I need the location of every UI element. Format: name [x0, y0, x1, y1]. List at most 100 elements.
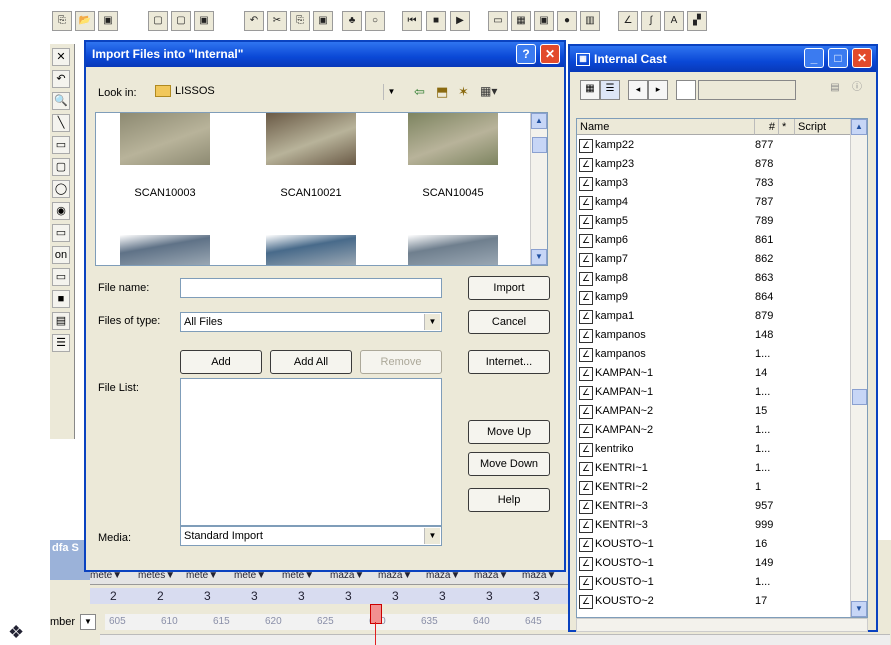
tool-1[interactable]: ↶ — [52, 70, 70, 88]
remove-button[interactable]: Remove — [360, 350, 442, 374]
new-folder-icon[interactable]: ✶ — [458, 84, 469, 100]
cast-titlebar[interactable]: ▦ Internal Cast _ □ ✕ — [570, 46, 876, 72]
thumbnail-label[interactable]: SCAN10003 — [110, 187, 220, 199]
column-header-script[interactable]: Script — [795, 119, 851, 135]
sprite-channel[interactable]: mete▼ metes▼ mete▼ mete▼ mete▼ maza▼ maza▼ maza… — [90, 570, 630, 585]
move-down-button[interactable]: Move Down — [468, 452, 550, 476]
rewind-icon[interactable]: ♣ — [342, 11, 362, 31]
find-icon[interactable]: ▣ — [313, 11, 333, 31]
score-icon[interactable]: ▭ — [488, 11, 508, 31]
cast-row[interactable]: ∠ kampa1 879 — [577, 308, 851, 326]
add-all-button[interactable]: Add All — [270, 350, 352, 374]
save-icon[interactable]: ▣ — [98, 11, 118, 31]
cast-row[interactable]: ∠ KENTRI~3 957 — [577, 498, 851, 516]
preview-scrollbar[interactable]: ▲ ▼ — [530, 113, 547, 265]
dialog-titlebar[interactable]: Import Files into "Internal" ? ✕ — [86, 42, 564, 67]
tool-4[interactable]: ▭ — [52, 136, 70, 154]
internet-button[interactable]: Internet... — [468, 350, 550, 374]
cast-row[interactable]: ∠ KAMPAN~1 1... — [577, 384, 851, 402]
maximize-button[interactable]: □ — [828, 48, 848, 68]
tool-8[interactable]: ▭ — [52, 224, 70, 242]
scroll-thumb[interactable] — [852, 389, 867, 405]
move-up-button[interactable]: Move Up — [468, 420, 550, 444]
files-of-type-select[interactable]: All Files ▼ — [180, 312, 442, 332]
cast-row[interactable]: ∠ kampanos 148 — [577, 327, 851, 345]
tool-2[interactable]: 🔍 — [52, 92, 70, 110]
tool-5[interactable]: ▢ — [52, 158, 70, 176]
behavior-icon[interactable]: A — [664, 11, 684, 31]
stage-icon[interactable]: ■ — [426, 11, 446, 31]
thumbnail-view-icon[interactable]: ▦ — [580, 80, 600, 100]
cast-row[interactable]: ∠ kampanos 1... — [577, 346, 851, 364]
thumbnail-label[interactable]: SCAN10021 — [256, 187, 366, 199]
list-view-icon[interactable]: ☰ — [600, 80, 620, 100]
script-icon[interactable]: ∫ — [641, 11, 661, 31]
chevron-down-icon[interactable]: ▼ — [424, 314, 440, 330]
minimize-button[interactable]: _ — [804, 48, 824, 68]
thumbnail-label[interactable]: SCAN10045 — [398, 187, 508, 199]
library-icon[interactable]: ▣ — [534, 11, 554, 31]
cast-row[interactable]: ∠ KOUSTO~1 16 — [577, 536, 851, 554]
member-name-field[interactable] — [698, 80, 796, 100]
thumbnail-image[interactable] — [408, 113, 498, 165]
help-title-button[interactable]: ? — [516, 44, 536, 64]
cast-row[interactable]: ∠ kentriko 1... — [577, 441, 851, 459]
cast-row[interactable]: ∠ kamp23 878 — [577, 156, 851, 174]
scroll-down-icon[interactable]: ▼ — [531, 249, 547, 265]
cast-row[interactable]: ∠ KOUSTO~1 149 — [577, 555, 851, 573]
cast-row[interactable]: ∠ KENTRI~1 1... — [577, 460, 851, 478]
playhead-handle[interactable] — [370, 604, 382, 624]
cast-row[interactable]: ∠ KOUSTO~1 1... — [577, 574, 851, 592]
cast-row[interactable]: ∠ kamp9 864 — [577, 289, 851, 307]
scroll-down-icon[interactable]: ▼ — [851, 601, 867, 617]
script-icon[interactable]: ▤ — [826, 80, 844, 98]
scroll-thumb[interactable] — [532, 137, 547, 153]
cast-close-button[interactable]: ✕ — [852, 48, 872, 68]
vector-icon[interactable]: ▥ — [580, 11, 600, 31]
stop-icon[interactable]: ○ — [365, 11, 385, 31]
tool-12[interactable]: ▤ — [52, 312, 70, 330]
cast-row[interactable]: ∠ KENTRI~2 1 — [577, 479, 851, 497]
file-name-input[interactable] — [180, 278, 442, 298]
copy-icon[interactable]: ✂ — [267, 11, 287, 31]
cancel-button[interactable]: Cancel — [468, 310, 550, 334]
file-list-box[interactable] — [180, 378, 442, 526]
thumbnail-image[interactable] — [120, 235, 210, 265]
cast-row[interactable]: ∠ KAMPAN~2 1... — [577, 422, 851, 440]
tool-13[interactable]: ☰ — [52, 334, 70, 352]
cut-icon[interactable]: ↶ — [244, 11, 264, 31]
score-scrollbar[interactable] — [100, 634, 890, 645]
message-icon[interactable]: ▞ — [687, 11, 707, 31]
cast-horizontal-scrollbar[interactable] — [576, 618, 868, 632]
column-header-name[interactable]: Name — [577, 119, 755, 135]
cast-row[interactable]: ∠ kamp7 862 — [577, 251, 851, 269]
play-icon[interactable]: ⏮ — [402, 11, 422, 31]
channel-dropdown[interactable]: ▼ — [80, 614, 96, 630]
save-all-icon[interactable]: ▢ — [148, 11, 168, 31]
column-header-number[interactable]: # — [755, 119, 779, 135]
scroll-up-icon[interactable]: ▲ — [531, 113, 547, 129]
tool-3[interactable]: ╲ — [52, 114, 70, 132]
thumbnail-image[interactable] — [266, 235, 356, 265]
help-button[interactable]: Help — [468, 488, 550, 512]
open-icon[interactable]: 📂 — [75, 11, 95, 31]
tool-10[interactable]: ▭ — [52, 268, 70, 286]
thumbnail-image[interactable] — [408, 235, 498, 265]
cast-row[interactable]: ∠ KAMPAN~2 15 — [577, 403, 851, 421]
cast-row[interactable]: ∠ kamp4 787 — [577, 194, 851, 212]
cast-scrollbar[interactable]: ▲ ▼ — [850, 119, 867, 617]
thumbnail-image[interactable] — [120, 113, 210, 165]
chevron-down-icon[interactable]: ▼ — [383, 84, 399, 100]
media-select[interactable]: Standard Import ▼ — [180, 526, 442, 546]
info-icon[interactable]: ▦ — [511, 11, 531, 31]
paste-icon[interactable]: ⎘ — [52, 11, 72, 31]
cast-row[interactable]: ∠ KAMPAN~1 14 — [577, 365, 851, 383]
cast-row[interactable]: ∠ kamp22 877 — [577, 137, 851, 155]
paint-icon[interactable]: ● — [557, 11, 577, 31]
cast-row[interactable]: ∠ KOUSTO~2 17 — [577, 593, 851, 611]
prev-member-icon[interactable]: ◂ — [628, 80, 648, 100]
tool-0[interactable]: ✕ — [52, 48, 70, 66]
chevron-down-icon[interactable]: ▼ — [424, 528, 440, 544]
cast-row[interactable]: ∠ KENTRI~3 999 — [577, 517, 851, 535]
tool-11[interactable]: ■ — [52, 290, 70, 308]
